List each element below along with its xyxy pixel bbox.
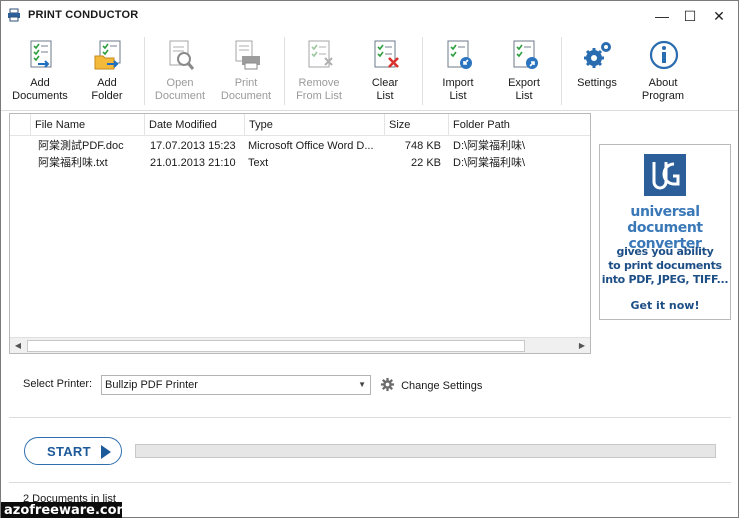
scroll-left-arrow-icon[interactable]: ◀	[10, 338, 26, 354]
column-header-date-modified[interactable]: Date Modified	[144, 114, 244, 136]
remove-from-list-label: Remove From List	[296, 77, 342, 102]
export-list-label: Export List	[508, 77, 540, 102]
open-document-label: Open Document	[154, 77, 206, 102]
open-document-button[interactable]: Open Document	[148, 35, 212, 107]
maximize-button[interactable]: ☐	[675, 1, 705, 31]
add-folder-icon	[94, 40, 121, 70]
change-settings-label: Change Settings	[401, 380, 483, 392]
about-program-button[interactable]: About Program	[631, 35, 695, 107]
cell-type: Text	[248, 157, 269, 169]
ad-body: gives you ability to print documents int…	[601, 245, 729, 286]
cell-file-name: 阿棠測試PDF.doc	[38, 140, 124, 152]
cell-folder-path: D:\阿棠福利味\	[453, 157, 526, 169]
column-header-type[interactable]: Type	[244, 114, 384, 136]
cell-size: 22 KB	[411, 157, 441, 169]
add-documents-label: Add Documents	[12, 77, 68, 102]
toolbar-separator	[561, 37, 562, 105]
file-list-header: File Name Date Modified Type Size Folder…	[10, 114, 590, 136]
printer-app-icon	[8, 8, 20, 22]
divider	[9, 482, 731, 483]
watermark: azofreeware.com	[1, 502, 130, 518]
play-icon	[101, 445, 111, 459]
print-document-icon	[235, 40, 260, 70]
column-header-file-name[interactable]: File Name	[30, 114, 144, 136]
scrollbar-thumb[interactable]	[27, 340, 525, 352]
change-settings-button[interactable]: Change Settings	[380, 377, 482, 393]
about-program-label: About Program	[641, 77, 685, 102]
add-documents-icon	[30, 40, 52, 68]
divider	[9, 417, 731, 418]
cell-folder-path: D:\阿棠福利味\	[453, 140, 526, 152]
scroll-right-arrow-icon[interactable]: ▶	[574, 338, 590, 354]
gear-icon	[380, 377, 395, 392]
settings-button[interactable]: Settings	[565, 35, 629, 107]
add-documents-button[interactable]: Add Documents	[8, 35, 72, 107]
toolbar-separator	[144, 37, 145, 105]
close-button[interactable]: ✕	[704, 1, 734, 31]
print-document-label: Print Document	[220, 77, 272, 102]
progress-bar	[135, 444, 716, 458]
printer-dropdown-value: Bullzip PDF Printer	[105, 379, 198, 391]
clear-list-icon	[374, 40, 399, 68]
table-row[interactable]: 阿棠福利味.txt 21.01.2013 21:10 Text 22 KB D:…	[10, 155, 590, 172]
cell-date-modified: 17.07.2013 15:23	[150, 140, 236, 152]
import-list-icon	[447, 40, 472, 69]
export-list-icon	[513, 40, 538, 69]
title-bar: PRINT CONDUCTOR — ☐ ✕	[1, 1, 738, 31]
gears-icon	[584, 42, 611, 68]
toolbar: Add Documents Add Folder Open Document P…	[1, 31, 738, 111]
file-list[interactable]: File Name Date Modified Type Size Folder…	[9, 113, 591, 354]
start-button[interactable]: START	[24, 437, 122, 465]
ad-banner[interactable]: universal document converter gives you a…	[599, 144, 731, 320]
add-folder-label: Add Folder	[91, 77, 123, 102]
print-document-button[interactable]: Print Document	[214, 35, 278, 107]
table-row[interactable]: 阿棠測試PDF.doc 17.07.2013 15:23 Microsoft O…	[10, 138, 590, 155]
open-document-icon	[169, 40, 195, 70]
remove-from-list-icon	[308, 40, 333, 68]
add-folder-button[interactable]: Add Folder	[75, 35, 139, 107]
printer-selection-row: Select Printer: Bullzip PDF Printer ▼ Ch…	[1, 369, 738, 399]
ad-cta-link[interactable]: Get it now!	[600, 299, 730, 312]
cell-file-name: 阿棠福利味.txt	[38, 157, 108, 169]
cell-type: Microsoft Office Word D...	[248, 140, 374, 152]
clear-list-label: Clear List	[371, 77, 399, 102]
horizontal-scrollbar[interactable]: ◀ ▶	[10, 337, 590, 353]
window-title: PRINT CONDUCTOR	[28, 9, 139, 21]
remove-from-list-button[interactable]: Remove From List	[287, 35, 351, 107]
app-window: PRINT CONDUCTOR — ☐ ✕ Add Documents Add …	[0, 0, 739, 518]
universal-document-converter-logo	[644, 154, 686, 196]
toolbar-separator	[422, 37, 423, 105]
cell-size: 748 KB	[404, 140, 441, 152]
column-header-folder-path[interactable]: Folder Path	[448, 114, 590, 136]
printer-dropdown[interactable]: Bullzip PDF Printer ▼	[101, 375, 371, 395]
cell-date-modified: 21.01.2013 21:10	[150, 157, 236, 169]
import-list-button[interactable]: Import List	[426, 35, 490, 107]
start-button-label: START	[47, 444, 91, 459]
import-list-label: Import List	[442, 77, 474, 102]
settings-label: Settings	[577, 77, 617, 89]
minimize-button[interactable]: —	[647, 1, 677, 31]
toolbar-separator	[284, 37, 285, 105]
select-printer-label: Select Printer:	[23, 378, 93, 390]
info-icon	[649, 40, 679, 70]
export-list-button[interactable]: Export List	[492, 35, 556, 107]
chevron-down-icon[interactable]: ▼	[358, 376, 366, 394]
clear-list-button[interactable]: Clear List	[353, 35, 417, 107]
column-header-size[interactable]: Size	[384, 114, 448, 136]
